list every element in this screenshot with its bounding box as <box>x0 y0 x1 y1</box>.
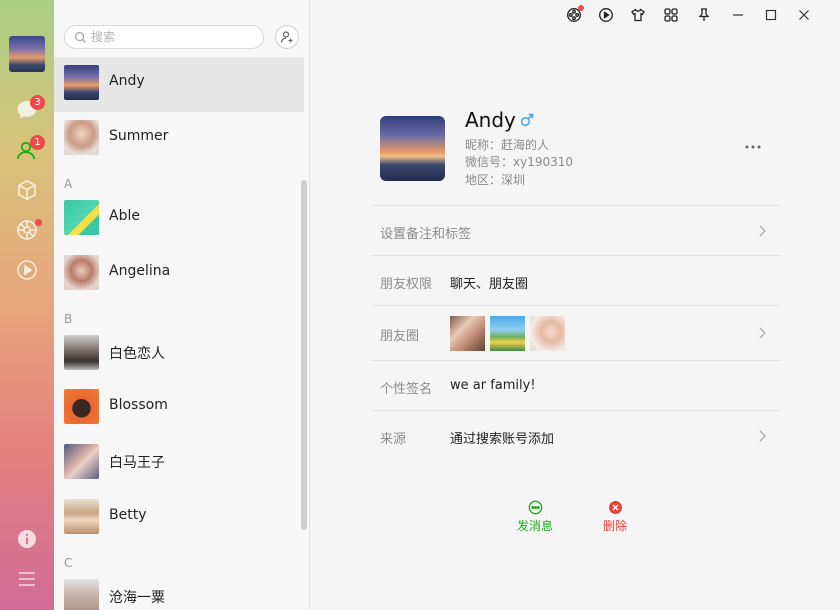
permissions-label: 朋友权限 <box>380 277 433 292</box>
contact-item-baima-wangzi[interactable]: 白马王子 <box>54 436 304 491</box>
video-play-icon[interactable] <box>598 7 614 23</box>
send-message-label: 发消息 <box>516 519 553 533</box>
pin-icon[interactable] <box>696 7 712 23</box>
add-user-icon <box>280 31 293 43</box>
signature-label: 个性签名 <box>380 382 433 397</box>
chevron-right-icon[interactable] <box>757 224 767 238</box>
section-letter-b: B <box>64 312 73 326</box>
send-message-button[interactable]: 发消息 <box>510 500 560 534</box>
contact-name: Betty <box>109 507 147 523</box>
divider <box>372 305 780 306</box>
wechat-id-text: 微信号：xy190310 <box>465 155 574 169</box>
section-letter-c: C <box>64 556 73 570</box>
source-label: 来源 <box>380 432 407 447</box>
contact-name: 白马王子 <box>109 455 165 471</box>
contact-item-andy[interactable]: Andy <box>54 57 304 112</box>
search-box <box>64 25 264 49</box>
chat-badge: 3 <box>30 95 45 110</box>
contact-item-summer[interactable]: Summer <box>54 112 304 167</box>
chevron-right-icon[interactable] <box>757 429 767 443</box>
delete-icon <box>608 501 622 514</box>
contact-avatar <box>64 389 99 424</box>
contact-item-baise-lianren[interactable]: 白色恋人 <box>54 327 304 382</box>
play-icon[interactable] <box>15 258 39 282</box>
contact-list-panel: Andy Summer A Able Angelina B 白色恋人 Bloss… <box>54 0 310 610</box>
list-scrollbar[interactable] <box>301 180 307 530</box>
moments-label: 朋友圈 <box>380 329 420 344</box>
contact-avatar <box>64 444 99 479</box>
contact-avatar <box>64 200 99 235</box>
delete-label: 删除 <box>602 519 627 533</box>
moments-photo[interactable] <box>530 316 565 351</box>
sidebar-rail: 3 1 <box>0 0 54 610</box>
message-icon <box>528 500 542 515</box>
contact-avatar <box>64 255 99 290</box>
contact-avatar <box>64 335 99 370</box>
contact-name: Able <box>109 208 140 224</box>
more-options-icon[interactable] <box>743 140 763 154</box>
contact-name: Angelina <box>109 263 171 279</box>
contact-name: Summer <box>109 128 169 144</box>
minimize-icon[interactable] <box>730 7 746 23</box>
contact-item-able[interactable]: Able <box>54 192 304 247</box>
window-toolbar <box>560 0 840 30</box>
search-input[interactable] <box>91 27 256 47</box>
divider <box>372 205 780 206</box>
aperture-dot <box>35 219 42 226</box>
signature-value: we ar family! <box>450 378 536 393</box>
contact-avatar <box>64 120 99 155</box>
contact-item-blossom[interactable]: Blossom <box>54 381 304 436</box>
contact-name: 白色恋人 <box>109 346 165 362</box>
contact-avatar <box>64 579 99 610</box>
permissions-value[interactable]: 聊天、朋友圈 <box>450 273 528 292</box>
add-contact-button[interactable] <box>275 25 299 49</box>
delete-contact-button[interactable]: 删除 <box>590 500 640 534</box>
remark-tags-row[interactable]: 设置备注和标签 <box>380 223 471 242</box>
contact-detail-panel: Andy 昵称：赶海的人 微信号：xy190310 地区：深圳 设置备注和标签 … <box>310 0 840 610</box>
moments-photo[interactable] <box>490 316 525 351</box>
section-letter-a: A <box>64 177 73 191</box>
contact-name: Andy <box>109 73 145 89</box>
contact-name: 沧海一粟 <box>109 590 165 606</box>
search-icon <box>74 31 86 43</box>
divider <box>372 255 780 256</box>
box-icon[interactable] <box>15 178 39 202</box>
profile-avatar[interactable] <box>380 116 445 181</box>
source-value: 通过搜索账号添加 <box>450 432 555 447</box>
contacts-badge: 1 <box>30 135 45 150</box>
contact-item-angelina[interactable]: Angelina <box>54 247 304 302</box>
info-icon[interactable] <box>15 527 39 551</box>
moments-photo[interactable] <box>450 316 485 351</box>
menu-icon[interactable] <box>15 567 39 591</box>
male-gender-icon <box>520 113 534 127</box>
shirt-icon[interactable] <box>630 7 646 23</box>
contact-avatar <box>64 65 99 100</box>
user-avatar[interactable] <box>9 36 45 72</box>
film-reel-dot <box>578 5 584 11</box>
divider <box>372 360 780 361</box>
close-icon[interactable] <box>796 7 812 23</box>
apps-grid-icon[interactable] <box>663 7 679 23</box>
maximize-icon[interactable] <box>763 7 779 23</box>
profile-name: Andy <box>465 108 516 132</box>
contact-item-betty[interactable]: Betty <box>54 491 304 546</box>
contact-item-canghai-yisu[interactable]: 沧海一粟 <box>54 571 304 610</box>
chevron-right-icon[interactable] <box>757 326 767 340</box>
region-text: 地区：深圳 <box>465 173 526 187</box>
contact-avatar <box>64 499 99 534</box>
divider <box>372 410 780 411</box>
contact-name: Blossom <box>109 397 168 413</box>
nickname-text: 昵称：赶海的人 <box>465 138 550 152</box>
